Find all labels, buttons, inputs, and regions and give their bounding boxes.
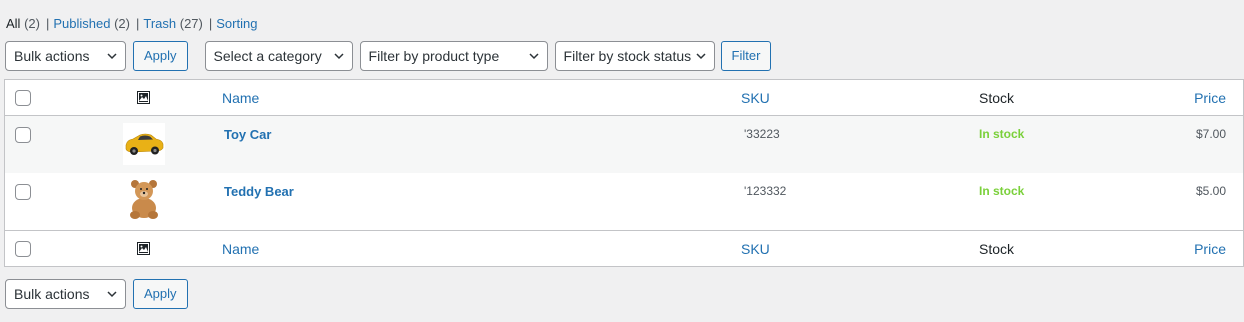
product-price: $7.00 — [1195, 127, 1226, 141]
separator: | — [45, 16, 50, 31]
select-all-checkbox[interactable] — [15, 241, 31, 257]
table-row: Toy Car '33223 In stock $7.00 — [5, 116, 1243, 173]
bulk-actions-value: Bulk actions — [14, 286, 90, 302]
product-name-link[interactable]: Toy Car — [224, 127, 271, 142]
column-footer-price[interactable]: Price — [1194, 241, 1226, 257]
status-count-trash: (27) — [179, 16, 203, 31]
column-header-name[interactable]: Name — [222, 90, 259, 106]
status-link-sorting[interactable]: Sorting — [216, 16, 257, 31]
chevron-down-icon — [107, 51, 117, 61]
product-price: $5.00 — [1195, 184, 1226, 198]
status-link-all-label: All — [6, 16, 21, 31]
stock-status-select[interactable]: Filter by stock status — [554, 41, 715, 71]
image-icon — [137, 91, 150, 104]
status-count-all: (2) — [24, 16, 40, 31]
category-select[interactable]: Select a category — [204, 41, 353, 71]
status-link-trash[interactable]: Trash (27) — [143, 16, 203, 31]
stock-status-badge: In stock — [979, 184, 1025, 198]
product-sku: '123332 — [744, 184, 787, 198]
column-header-sku[interactable]: SKU — [741, 90, 770, 106]
column-footer-sku[interactable]: SKU — [741, 241, 770, 257]
status-link-all[interactable]: All (2) — [6, 16, 40, 31]
status-link-published[interactable]: Published (2) — [53, 16, 130, 31]
filter-button[interactable]: Filter — [720, 41, 772, 71]
column-header-price[interactable]: Price — [1194, 90, 1226, 106]
product-type-value: Filter by product type — [368, 48, 500, 64]
separator: | — [135, 16, 140, 31]
status-count-published: (2) — [114, 16, 130, 31]
product-name-link[interactable]: Teddy Bear — [224, 184, 294, 199]
product-type-select[interactable]: Filter by product type — [359, 41, 548, 71]
row-checkbox[interactable] — [15, 127, 31, 143]
row-checkbox[interactable] — [15, 184, 31, 200]
product-thumbnail-toy-car[interactable] — [123, 123, 165, 165]
column-header-stock: Stock — [979, 90, 1015, 106]
table-header-row: Name SKU Stock Price — [5, 80, 1243, 116]
status-link-published-label: Published — [53, 16, 111, 31]
apply-button-bottom[interactable]: Apply — [133, 279, 188, 309]
image-icon — [137, 242, 150, 255]
product-sku: '33223 — [744, 127, 780, 141]
column-footer-name[interactable]: Name — [222, 241, 259, 257]
status-link-trash-label: Trash — [143, 16, 177, 31]
chevron-down-icon — [529, 51, 539, 61]
category-value: Select a category — [213, 48, 322, 64]
bulk-actions-value: Bulk actions — [14, 48, 90, 64]
status-filter-links: All (2) | Published (2) | Trash (27) | Sorting — [6, 15, 257, 33]
apply-button[interactable]: Apply — [133, 41, 188, 71]
bottom-toolbar: Bulk actions Apply — [5, 279, 205, 309]
products-table: Name SKU Stock Price Toy Car '33223 In s… — [4, 79, 1244, 267]
stock-status-badge: In stock — [979, 127, 1025, 141]
chevron-down-icon — [107, 289, 117, 299]
column-footer-stock: Stock — [979, 241, 1015, 257]
table-footer-row: Name SKU Stock Price — [5, 230, 1243, 267]
product-thumbnail-teddy-bear[interactable] — [123, 178, 165, 220]
bulk-actions-select[interactable]: Bulk actions — [5, 41, 126, 71]
select-all-checkbox[interactable] — [15, 90, 31, 106]
bulk-actions-select-bottom[interactable]: Bulk actions — [5, 279, 126, 309]
top-toolbar: Bulk actions Apply Select a category Fil… — [5, 41, 788, 71]
stock-status-value: Filter by stock status — [563, 48, 692, 64]
table-row: Teddy Bear '123332 In stock $5.00 — [5, 173, 1243, 230]
chevron-down-icon — [334, 51, 344, 61]
separator: | — [208, 16, 213, 31]
chevron-down-icon — [696, 51, 706, 61]
